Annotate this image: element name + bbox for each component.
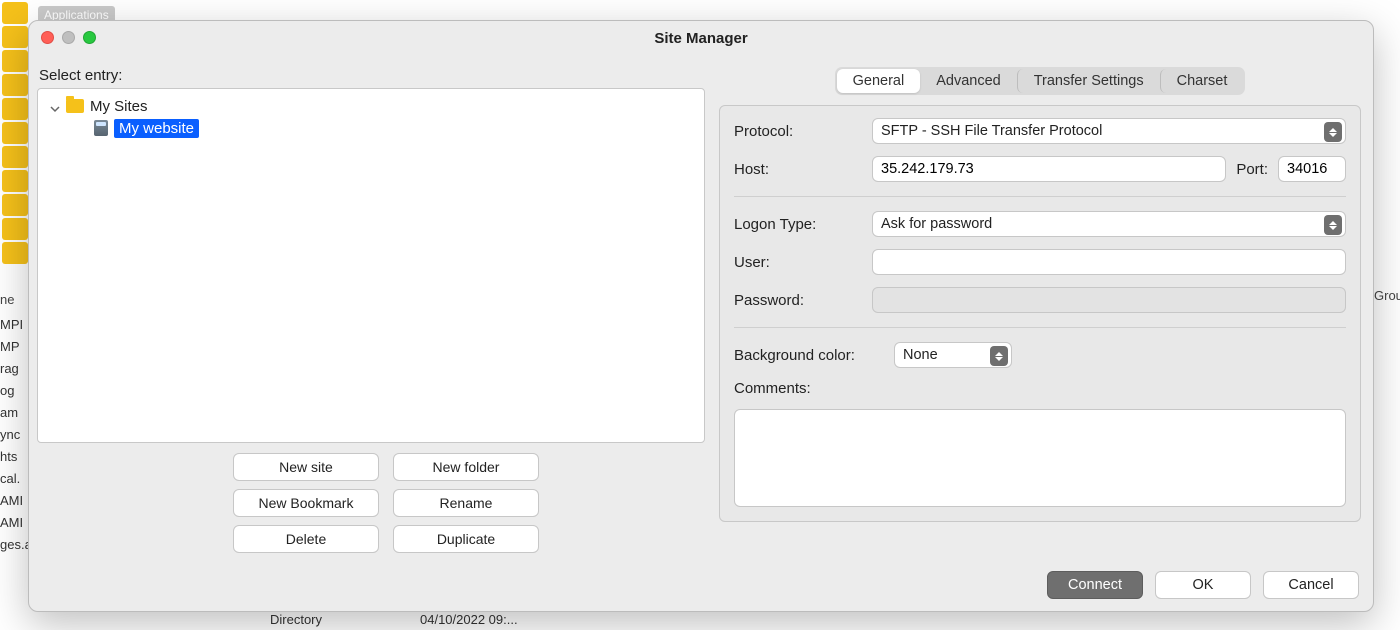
bgcolor-label: Background color: <box>734 347 884 364</box>
tab-general[interactable]: General <box>837 69 921 93</box>
bg-bottom-row: Directory 04/10/2022 09:... <box>0 612 1400 630</box>
close-icon[interactable] <box>41 31 54 44</box>
site-action-buttons: New site New folder New Bookmark Rename … <box>37 453 705 553</box>
user-input[interactable] <box>872 249 1346 275</box>
titlebar: Site Manager <box>29 21 1373 57</box>
general-panel: Protocol: SFTP - SSH File Transfer Proto… <box>719 105 1361 522</box>
divider <box>734 196 1346 197</box>
server-icon <box>94 120 108 136</box>
port-label: Port: <box>1236 161 1268 178</box>
user-row: User: <box>734 249 1346 275</box>
protocol-select[interactable]: SFTP - SSH File Transfer Protocol <box>872 118 1346 144</box>
bg-bottom-type: Directory <box>270 612 420 630</box>
logon-type-select[interactable]: Ask for password <box>872 211 1346 237</box>
new-site-button[interactable]: New site <box>233 453 379 481</box>
folder-icon <box>2 2 28 24</box>
duplicate-button[interactable]: Duplicate <box>393 525 539 553</box>
site-manager-dialog: Site Manager Select entry: My Sites My w… <box>28 20 1374 612</box>
bg-bottom-date: 04/10/2022 09:... <box>420 612 518 630</box>
comments-label: Comments: <box>734 380 1346 397</box>
host-label: Host: <box>734 161 862 178</box>
zoom-icon[interactable] <box>83 31 96 44</box>
comments-textarea[interactable] <box>734 409 1346 507</box>
tree-item-my-website[interactable]: My website <box>42 117 700 139</box>
folder-icon <box>2 146 28 168</box>
user-label: User: <box>734 254 862 271</box>
select-entry-label: Select entry: <box>39 67 705 84</box>
folder-icon <box>2 50 28 72</box>
ok-button[interactable]: OK <box>1155 571 1251 599</box>
folder-icon <box>2 74 28 96</box>
protocol-row: Protocol: SFTP - SSH File Transfer Proto… <box>734 118 1346 144</box>
dialog-footer: Connect OK Cancel <box>29 561 1373 611</box>
password-label: Password: <box>734 292 862 309</box>
bg-ne-label: ne <box>0 292 14 307</box>
host-input[interactable] <box>872 156 1226 182</box>
folder-icon <box>2 170 28 192</box>
updown-icon <box>1324 122 1342 142</box>
cancel-button[interactable]: Cancel <box>1263 571 1359 599</box>
bgcolor-select[interactable]: None <box>894 342 1012 368</box>
folder-icon <box>2 242 28 264</box>
tree-item-label: My website <box>114 119 199 138</box>
minimize-icon <box>62 31 75 44</box>
updown-icon <box>1324 215 1342 235</box>
settings-tabbar: General Advanced Transfer Settings Chars… <box>835 67 1246 95</box>
logon-type-value: Ask for password <box>881 216 992 232</box>
folder-icon <box>2 98 28 120</box>
bgcolor-row: Background color: None <box>734 342 1346 368</box>
updown-icon <box>990 346 1008 366</box>
window-title: Site Manager <box>29 30 1373 47</box>
delete-button[interactable]: Delete <box>233 525 379 553</box>
host-row: Host: Port: <box>734 156 1346 182</box>
port-input[interactable] <box>1278 156 1346 182</box>
tab-transfer-settings[interactable]: Transfer Settings <box>1017 69 1160 93</box>
bg-right-label: Grou <box>1374 288 1400 303</box>
folder-icon <box>2 218 28 240</box>
left-pane: Select entry: My Sites My website New si… <box>37 65 705 553</box>
rename-button[interactable]: Rename <box>393 489 539 517</box>
divider <box>734 327 1346 328</box>
new-folder-button[interactable]: New folder <box>393 453 539 481</box>
folder-icon <box>2 194 28 216</box>
logon-row: Logon Type: Ask for password <box>734 211 1346 237</box>
tab-charset[interactable]: Charset <box>1160 69 1244 93</box>
sites-tree[interactable]: My Sites My website <box>37 88 705 443</box>
window-controls <box>41 31 96 44</box>
logon-type-label: Logon Type: <box>734 216 862 233</box>
tree-root-my-sites[interactable]: My Sites <box>42 95 700 117</box>
folder-icon <box>66 99 84 113</box>
connect-button[interactable]: Connect <box>1047 571 1143 599</box>
chevron-down-icon[interactable] <box>50 101 60 111</box>
protocol-value: SFTP - SSH File Transfer Protocol <box>881 123 1102 139</box>
protocol-label: Protocol: <box>734 123 862 140</box>
bgcolor-value: None <box>903 347 938 363</box>
new-bookmark-button[interactable]: New Bookmark <box>233 489 379 517</box>
folder-icon <box>2 122 28 144</box>
password-row: Password: <box>734 287 1346 313</box>
password-input <box>872 287 1346 313</box>
folder-icon <box>2 26 28 48</box>
tab-advanced[interactable]: Advanced <box>920 69 1017 93</box>
bg-bottom-name <box>0 612 270 630</box>
right-pane: General Advanced Transfer Settings Chars… <box>719 65 1361 553</box>
tree-root-label: My Sites <box>90 98 148 115</box>
